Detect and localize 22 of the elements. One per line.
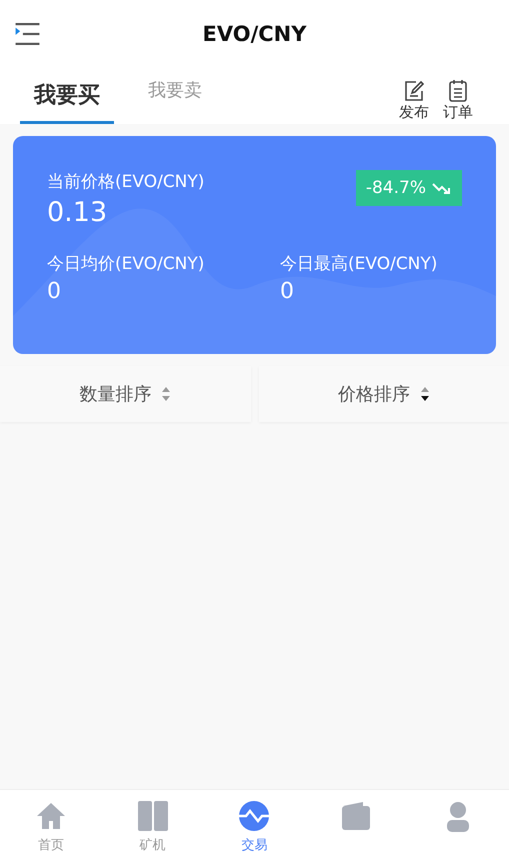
- sort-button[interactable]: 价格排序: [258, 366, 509, 422]
- price-value: 0.13: [47, 197, 108, 228]
- list-icon: [446, 79, 470, 103]
- action-button[interactable]: 发布: [399, 79, 429, 122]
- nav-item[interactable]: 交易: [204, 790, 306, 862]
- tab[interactable]: 我要买: [20, 68, 114, 124]
- stat-value: 0: [47, 279, 62, 304]
- price-label: 当前价格(EVO/CNY): [47, 171, 204, 193]
- home-icon: [34, 800, 67, 832]
- edit-icon: [402, 79, 426, 103]
- cabinet-icon: [136, 800, 169, 832]
- wallet-icon: [340, 800, 372, 832]
- page-title: EVO/CNY: [202, 22, 306, 46]
- sort-button[interactable]: 数量排序: [0, 366, 250, 422]
- stat-value: 0: [280, 279, 295, 304]
- stat-label: 今日最高(EVO/CNY): [280, 253, 438, 275]
- wave-circle-icon: [238, 800, 270, 832]
- trend-down-icon: [432, 182, 452, 194]
- action-button[interactable]: 订单: [443, 79, 473, 122]
- stat-label: 今日均价(EVO/CNY): [47, 253, 206, 275]
- menu-icon[interactable]: [14, 23, 41, 45]
- change-badge: -84.7%: [356, 170, 462, 206]
